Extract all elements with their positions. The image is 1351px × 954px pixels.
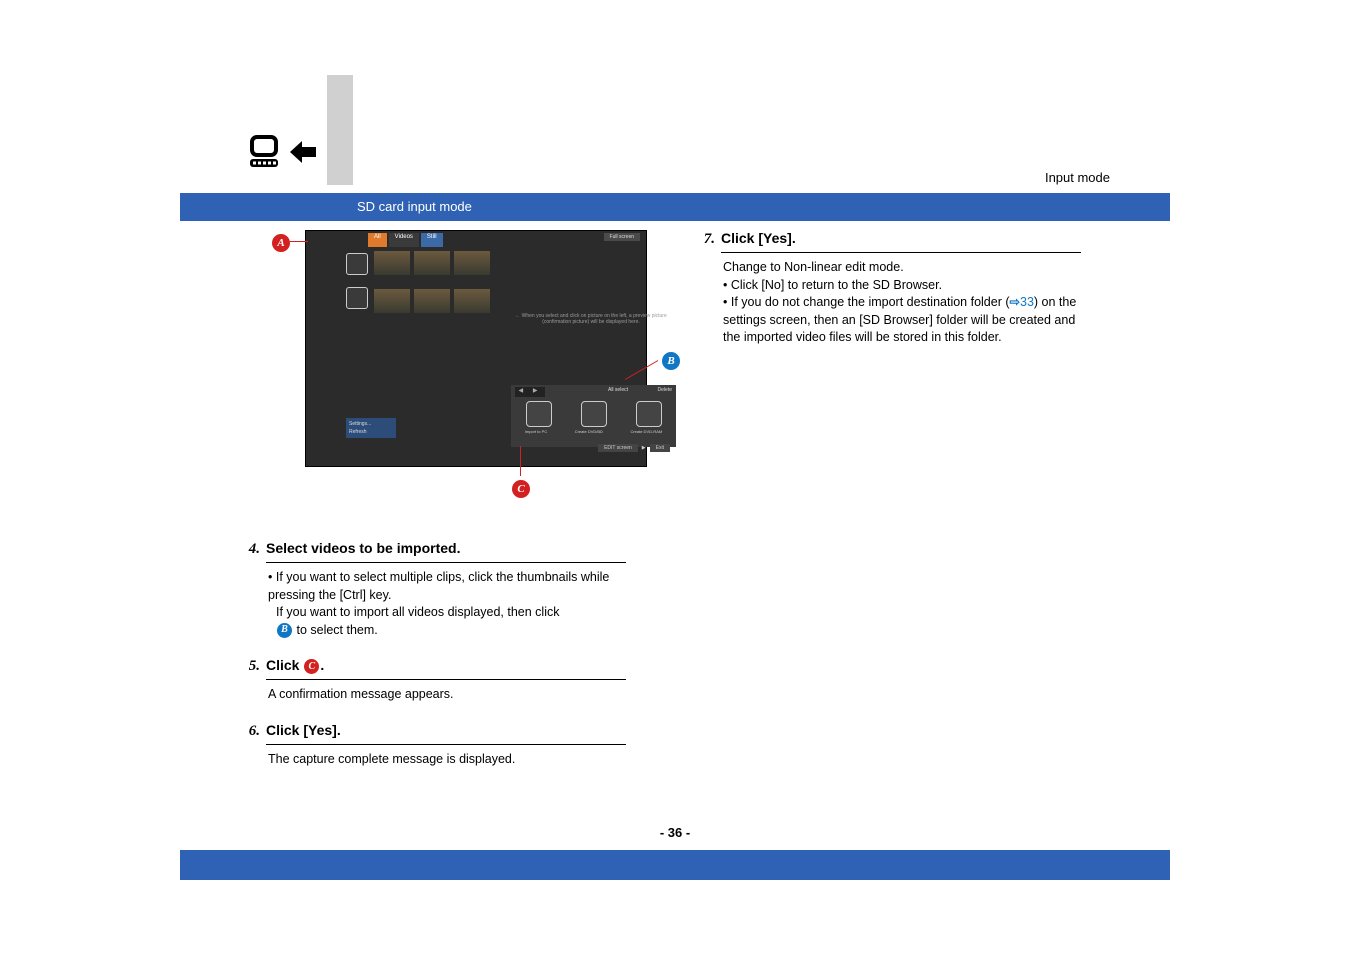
import-pc-icon (526, 401, 552, 427)
step-5: 5. Click C. A confirmation message appea… (240, 657, 655, 704)
all-select-label: All select (608, 387, 628, 393)
thumbnail (374, 289, 410, 313)
footer-bar (180, 850, 1170, 880)
step-body: A confirmation message appears. (268, 686, 628, 704)
step-rule (266, 562, 626, 563)
left-column: All Videos Still Full screen (240, 230, 655, 786)
step-7: 7. Click [Yes]. Change to Non-linear edi… (695, 230, 1110, 347)
screenshot-tab-all: All (368, 233, 387, 247)
mode-icon-group (250, 135, 316, 172)
step-body: • If you want to select multiple clips, … (268, 569, 628, 639)
link-arrow-icon: ⇨ (1010, 295, 1020, 309)
settings-panel: Settings... Refresh (346, 418, 396, 438)
screenshot-fullscreen: Full screen (604, 233, 640, 241)
callout-line-a (290, 241, 308, 242)
callout-badge-c: C (510, 478, 532, 500)
preview-hint-text: ← When you select and click on picture o… (511, 313, 671, 325)
import-pc-label: Import to PC (525, 429, 547, 434)
arrow-left-icon (290, 141, 316, 166)
step-number: 5. (240, 658, 260, 675)
thumbnail (414, 289, 450, 313)
exit-btn: Exit (650, 444, 670, 452)
thumbnail (454, 251, 490, 275)
step-title: Select videos to be imported. (266, 540, 461, 556)
step-4: 4. Select videos to be imported. • If yo… (240, 540, 655, 639)
page-number: - 36 - (660, 825, 690, 840)
step-title: Click C. (266, 657, 324, 675)
camera-icon (346, 253, 368, 275)
create-dvd-label: Create DVD/BD (575, 429, 603, 434)
sd-card-icon (346, 287, 368, 309)
badge-c-inline: C (303, 658, 320, 675)
thumbnail-grid (374, 251, 490, 313)
side-tab (327, 75, 353, 185)
document-page: Input mode SD card input mode All Videos… (180, 75, 1170, 880)
screenshot-action-panel: ◀ ▶ All select Delete Import to PC Creat… (511, 385, 676, 447)
screenshot-tabs: All Videos Still (368, 233, 443, 247)
screenshot-tab-videos: Videos (389, 233, 419, 247)
step-number: 4. (240, 541, 260, 558)
screenshot-bg: All Videos Still Full screen (305, 230, 647, 467)
mode-label: Input mode (1045, 170, 1110, 185)
side-icons (346, 253, 368, 309)
delete-label: Delete (658, 387, 672, 393)
right-column: 7. Click [Yes]. Change to Non-linear edi… (695, 230, 1110, 786)
thumbnail (414, 251, 450, 275)
step-number: 7. (695, 231, 715, 248)
step-rule (266, 679, 626, 680)
step-6: 6. Click [Yes]. The capture complete mes… (240, 722, 655, 769)
thumbnail (454, 289, 490, 313)
screenshot-tab-still: Still (421, 233, 443, 247)
callout-badge-b: B (660, 350, 682, 372)
page-link[interactable]: 33 (1020, 295, 1034, 309)
create-dvdram-label: Create DVD-RAM (630, 429, 662, 434)
create-dvd-icon (581, 401, 607, 427)
sd-browser-screenshot: All Videos Still Full screen (270, 230, 685, 500)
step-rule (266, 744, 626, 745)
step-title: Click [Yes]. (266, 722, 341, 738)
content-area: All Videos Still Full screen (240, 230, 1110, 786)
section-title: SD card input mode (180, 193, 1170, 221)
step-number: 6. (240, 723, 260, 740)
monitor-keyboard-icon (250, 135, 284, 172)
edit-screen-btn: EDIT screen (598, 444, 638, 452)
step-body: Change to Non-linear edit mode. • Click … (723, 259, 1083, 347)
screenshot-footer: EDIT screen ▶ Exit (346, 440, 676, 456)
step-title: Click [Yes]. (721, 230, 796, 246)
step-body: The capture complete message is displaye… (268, 751, 628, 769)
nav-arrows-icon: ◀ ▶ (515, 387, 545, 397)
step-rule (721, 252, 1081, 253)
section-title-bar: SD card input mode (180, 193, 1170, 221)
thumbnail (374, 251, 410, 275)
create-dvdram-icon (636, 401, 662, 427)
badge-b-inline: B (276, 622, 293, 639)
callout-line-c (520, 446, 521, 476)
callout-badge-a: A (270, 232, 292, 254)
